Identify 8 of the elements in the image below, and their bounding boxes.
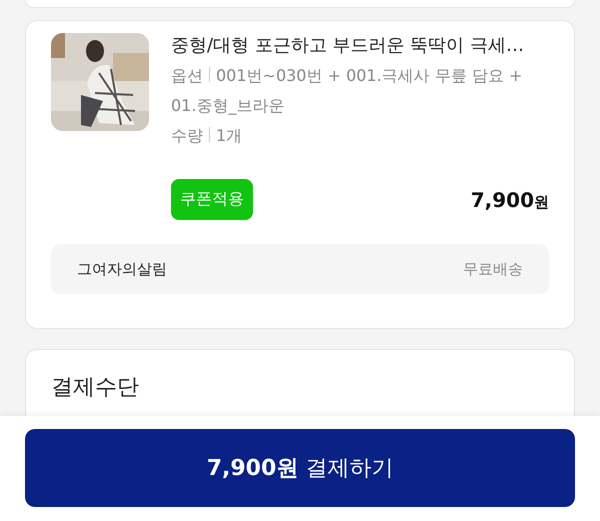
- product-title: 중형/대형 포근하고 부드러운 뚝딱이 극세…: [171, 34, 525, 58]
- seller-name: 그여자의살림: [77, 260, 167, 278]
- price: 7,900원: [470, 188, 549, 212]
- pay-button[interactable]: 7,900원 결제하기: [25, 429, 575, 507]
- section-title: 결제수단: [51, 374, 140, 402]
- product-detail: 수량 1개: [171, 125, 244, 147]
- product-detail: 옵션 001번~030번 + 001.극세사 무릎 담요 + 01.중형_브라운: [171, 65, 524, 117]
- shipping-label: 무료배송: [463, 260, 523, 278]
